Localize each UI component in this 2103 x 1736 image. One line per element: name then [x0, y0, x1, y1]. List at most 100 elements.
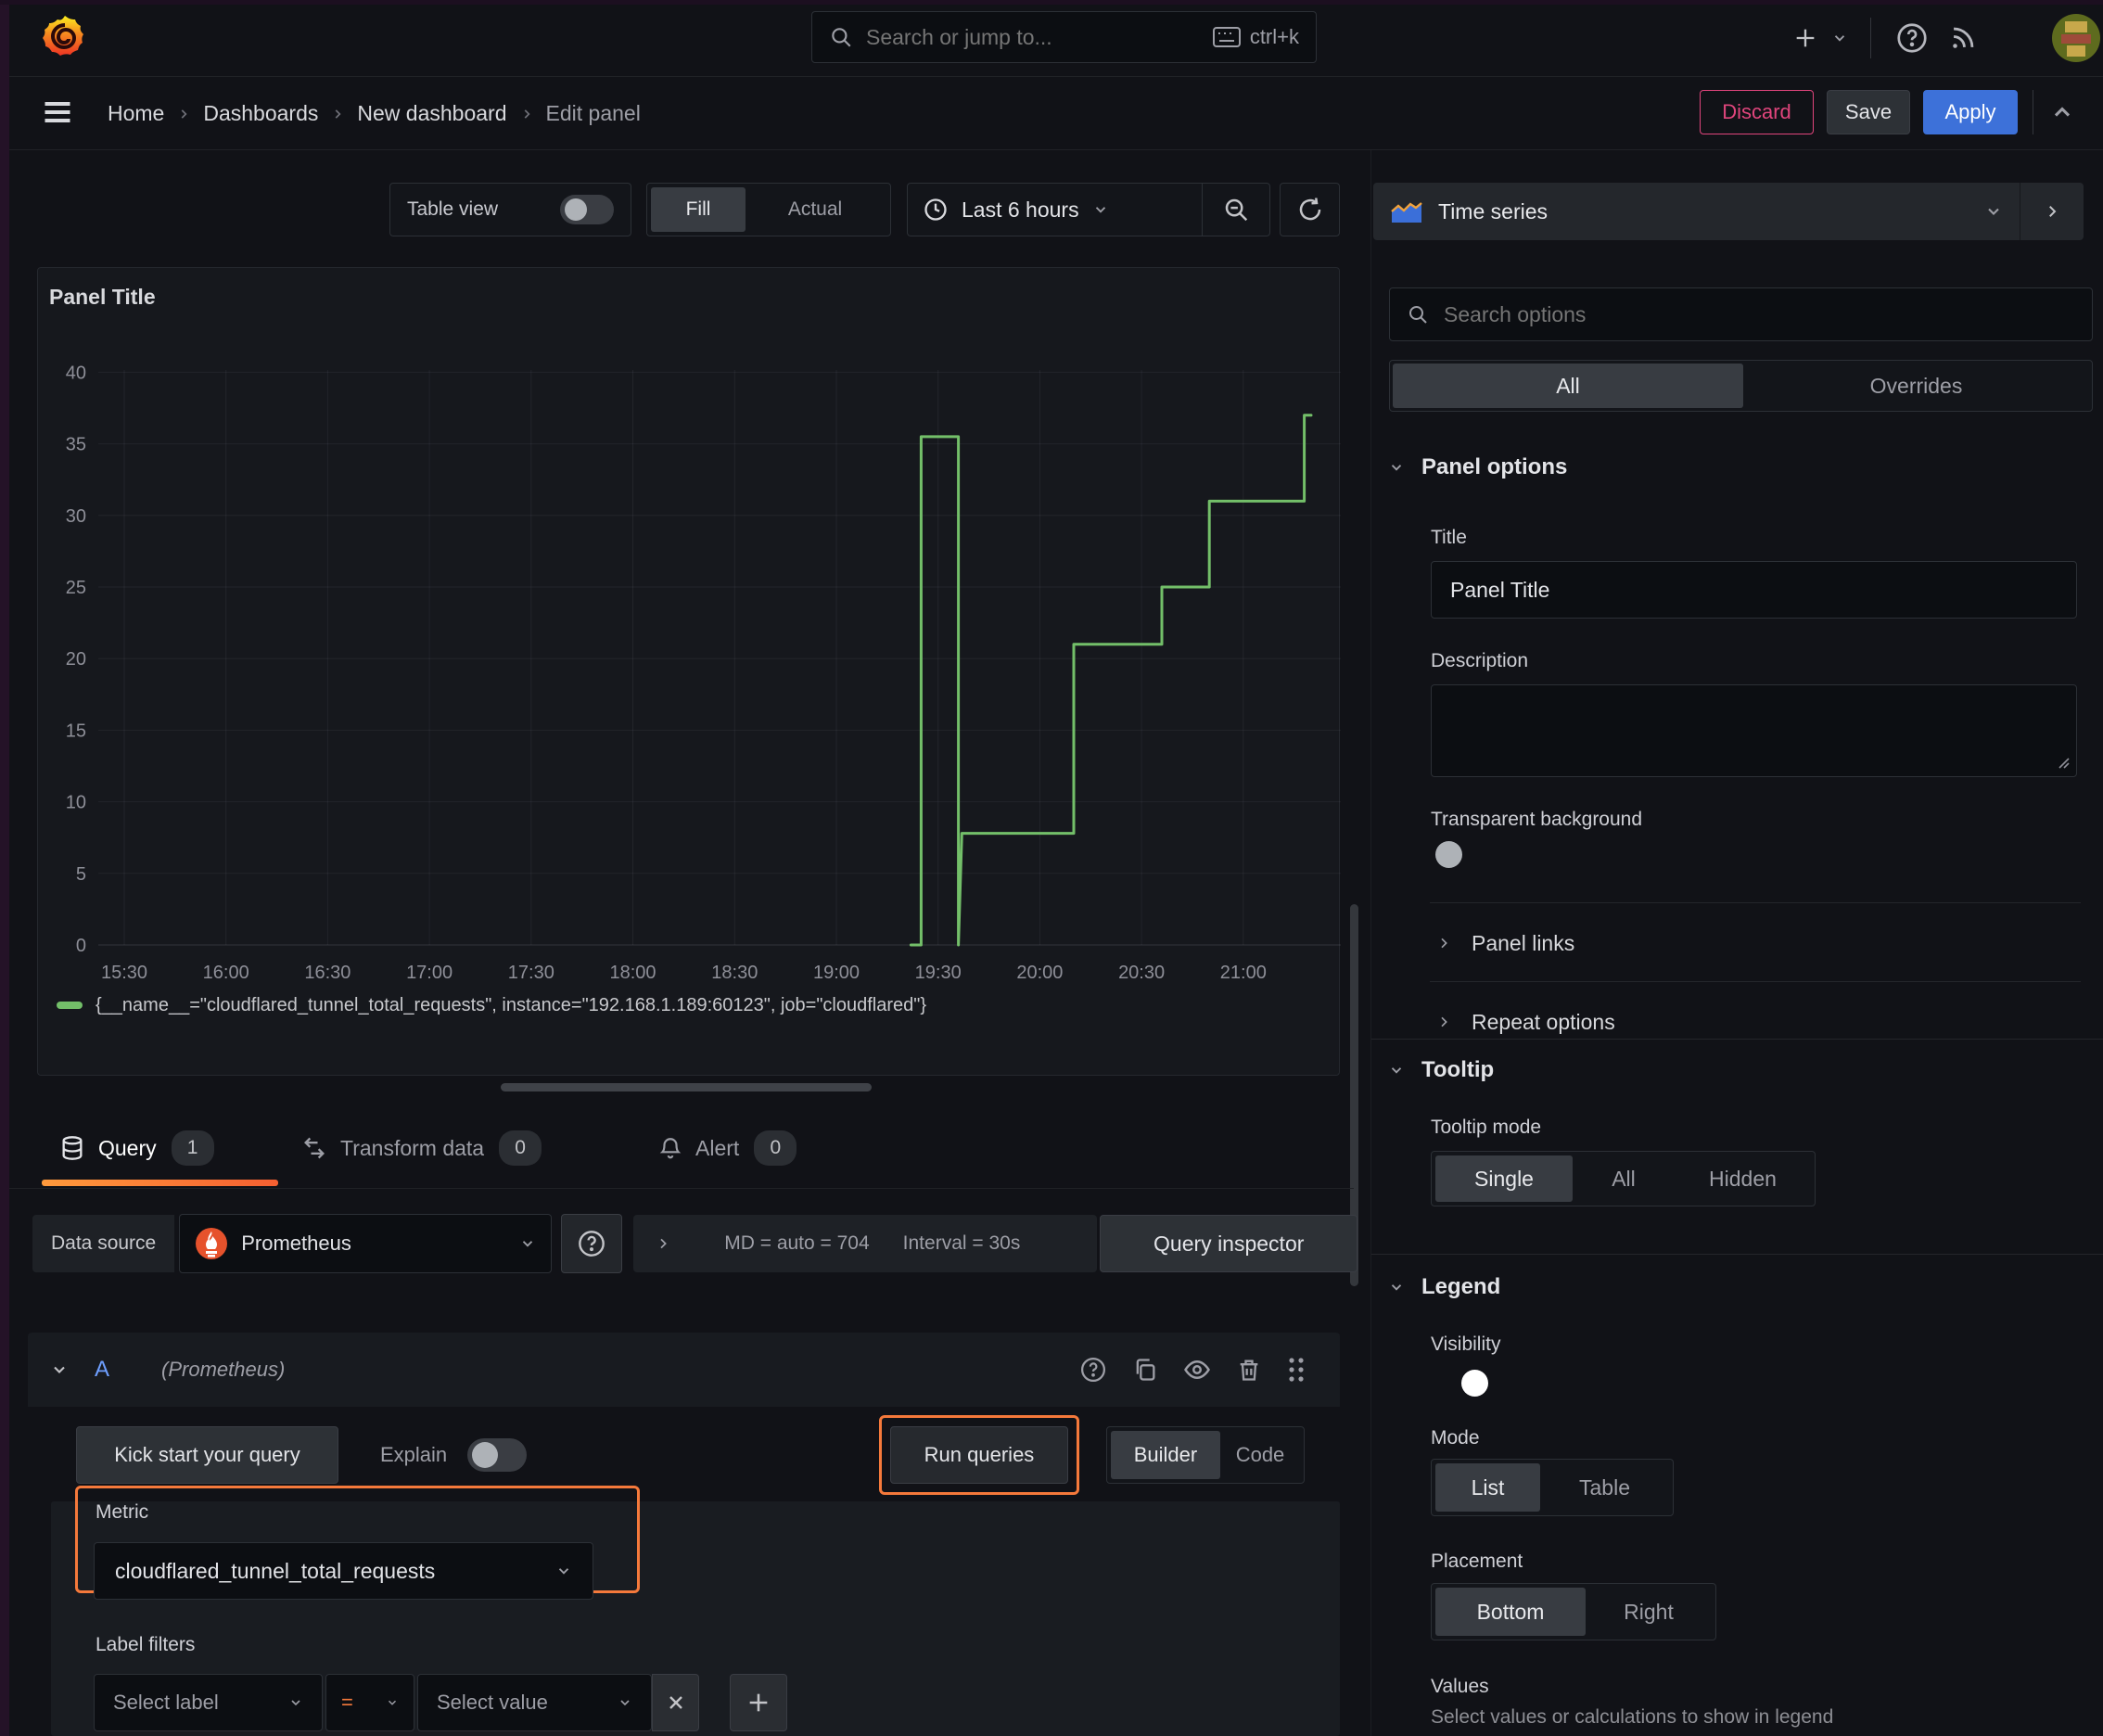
kick-start-button[interactable]: Kick start your query — [76, 1426, 338, 1484]
tab-overrides[interactable]: Overrides — [1743, 364, 2089, 408]
query-help-icon[interactable] — [1067, 1356, 1119, 1384]
drag-grip-icon[interactable] — [1275, 1355, 1318, 1385]
options-search-input[interactable] — [1442, 300, 2075, 328]
chevron-right-icon — [177, 108, 190, 121]
breadcrumb-new-dashboard[interactable]: New dashboard — [357, 101, 506, 126]
panel-options-header[interactable]: Panel options — [1388, 454, 1567, 480]
viz-name: Time series — [1438, 198, 1548, 223]
tab-query-underline — [42, 1180, 278, 1186]
breadcrumb-edit-panel: Edit panel — [545, 101, 641, 125]
legend-placement-right[interactable]: Right — [1586, 1588, 1712, 1636]
remove-filter-button[interactable] — [652, 1674, 699, 1731]
clock-icon — [923, 197, 949, 223]
duplicate-icon[interactable] — [1119, 1357, 1171, 1383]
svg-text:18:30: 18:30 — [711, 963, 758, 983]
add-chevron-down-icon[interactable] — [1826, 30, 1854, 46]
refresh-button[interactable] — [1280, 183, 1340, 236]
add-filter-button[interactable] — [730, 1674, 787, 1731]
legend-header[interactable]: Legend — [1388, 1274, 1500, 1300]
svg-text:17:30: 17:30 — [508, 963, 554, 983]
svg-text:21:00: 21:00 — [1220, 963, 1267, 983]
description-textarea[interactable] — [1431, 684, 2077, 777]
divider — [1430, 902, 2081, 903]
tooltip-mode-hidden[interactable]: Hidden — [1675, 1155, 1811, 1202]
global-search-box[interactable]: ctrl+k — [811, 11, 1317, 63]
svg-text:40: 40 — [66, 363, 86, 383]
metric-label: Metric — [96, 1501, 149, 1523]
grafana-edit-panel-screen: ctrl+k — [0, 0, 2103, 1736]
discard-button[interactable]: Discard — [1700, 90, 1814, 134]
tooltip-mode-single[interactable]: Single — [1435, 1155, 1573, 1202]
options-search-box[interactable] — [1389, 287, 2093, 341]
run-queries-button[interactable]: Run queries — [890, 1426, 1068, 1484]
options-interval: Interval = 30s — [902, 1232, 1021, 1254]
resize-handle-icon[interactable] — [2056, 755, 2071, 770]
fill-option[interactable]: Fill — [651, 187, 746, 232]
keyboard-icon — [1212, 27, 1241, 47]
builder-option[interactable]: Builder — [1111, 1431, 1220, 1479]
prometheus-icon — [195, 1227, 228, 1260]
viz-picker[interactable]: Time series — [1373, 198, 2020, 224]
tooltip-mode-all[interactable]: All — [1573, 1155, 1675, 1202]
menu-button[interactable] — [39, 96, 76, 129]
add-button[interactable] — [1785, 25, 1826, 51]
repeat-options-label: Repeat options — [1472, 1009, 1615, 1034]
select-label-placeholder: Select label — [113, 1691, 219, 1714]
panel-title-input[interactable] — [1431, 561, 2077, 619]
legend-mode-list[interactable]: List — [1435, 1463, 1540, 1512]
transparent-bg-label: Transparent background — [1431, 809, 1643, 830]
refresh-icon — [1296, 196, 1324, 223]
breadcrumb-home[interactable]: Home — [108, 101, 164, 126]
chevron-down-icon[interactable] — [50, 1360, 69, 1379]
select-label-dropdown[interactable]: Select label — [94, 1674, 323, 1731]
viz-expand-button[interactable] — [2020, 183, 2084, 240]
select-value-dropdown[interactable]: Select value — [417, 1674, 652, 1731]
tab-query[interactable]: Query 1 — [59, 1113, 214, 1183]
apply-button[interactable]: Apply — [1923, 90, 2018, 134]
metric-select[interactable]: cloudflared_tunnel_total_requests — [94, 1542, 593, 1600]
svg-text:20: 20 — [66, 649, 86, 670]
legend-series-name: {__name__="cloudflared_tunnel_total_requ… — [96, 994, 927, 1015]
grafana-logo-icon[interactable] — [39, 12, 91, 64]
operator-dropdown[interactable]: = — [325, 1674, 414, 1731]
news-rss-icon[interactable] — [1936, 22, 1990, 54]
chart-legend-item[interactable]: {__name__="cloudflared_tunnel_total_requ… — [57, 991, 926, 1019]
svg-text:16:00: 16:00 — [203, 963, 249, 983]
tooltip-header[interactable]: Tooltip — [1388, 1057, 1494, 1083]
table-view-toggle[interactable] — [560, 195, 614, 224]
fill-actual-switch: Fill Actual — [646, 183, 891, 236]
trash-icon[interactable] — [1223, 1357, 1275, 1383]
legend-placement-group: Bottom Right — [1431, 1583, 1716, 1640]
tab-alert[interactable]: Alert 0 — [658, 1113, 797, 1183]
search-shortcut: ctrl+k — [1249, 25, 1299, 48]
actual-option[interactable]: Actual — [746, 187, 885, 232]
panel-links-header[interactable]: Panel links — [1436, 920, 1574, 966]
values-label: Values — [1431, 1676, 1489, 1697]
code-option[interactable]: Code — [1220, 1431, 1300, 1479]
datasource-picker[interactable]: Prometheus — [179, 1214, 553, 1273]
user-avatar[interactable] — [2052, 14, 2100, 62]
datasource-help-button[interactable] — [561, 1214, 623, 1273]
resize-drag-handle[interactable] — [501, 1083, 872, 1091]
tab-transform[interactable]: Transform data 0 — [301, 1113, 542, 1183]
eye-icon[interactable] — [1171, 1356, 1223, 1384]
query-options-summary[interactable]: MD = auto = 704 Interval = 30s — [633, 1215, 1098, 1272]
legend-placement-bottom[interactable]: Bottom — [1435, 1588, 1586, 1636]
query-row-header[interactable]: A (Prometheus) — [28, 1333, 1340, 1407]
explain-toggle[interactable] — [467, 1438, 528, 1472]
time-range-picker[interactable]: Last 6 hours — [908, 197, 1202, 223]
query-inspector-button[interactable]: Query inspector — [1100, 1215, 1358, 1272]
zoom-out-icon[interactable] — [1203, 196, 1269, 223]
section-divider — [1371, 1254, 2103, 1255]
save-button[interactable]: Save — [1827, 90, 1910, 134]
global-search-input[interactable] — [864, 23, 1213, 51]
divider — [1430, 981, 2081, 982]
help-icon[interactable] — [1888, 21, 1936, 55]
collapse-chevron-up-icon[interactable] — [2047, 99, 2077, 125]
breadcrumb-dashboards[interactable]: Dashboards — [203, 101, 318, 126]
query-ref-id[interactable]: A — [95, 1357, 109, 1383]
legend-mode-table[interactable]: Table — [1540, 1463, 1669, 1512]
svg-text:5: 5 — [76, 864, 86, 885]
datasource-label: Data source — [32, 1215, 175, 1272]
tab-all[interactable]: All — [1393, 364, 1743, 408]
